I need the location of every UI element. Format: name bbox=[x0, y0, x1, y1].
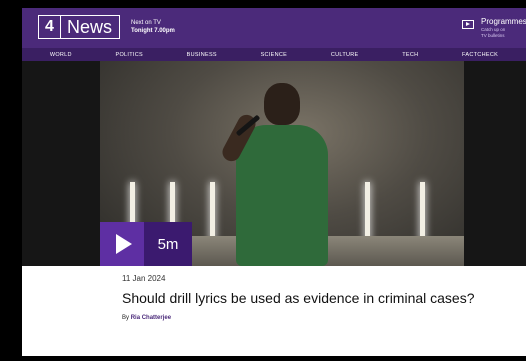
section-nav: WORLD POLITICS BUSINESS SCIENCE CULTURE … bbox=[22, 48, 526, 61]
byline-prefix: By bbox=[122, 315, 130, 321]
programmes-sub-line-2: TV bulletins bbox=[481, 32, 505, 38]
next-on-label: Next on TV bbox=[131, 20, 161, 26]
site-header: 4 News Next on TV Tonight 7.00pm Program… bbox=[22, 8, 526, 48]
performer-figure bbox=[219, 83, 336, 266]
play-button[interactable] bbox=[100, 222, 144, 266]
stage-light bbox=[420, 182, 425, 242]
nav-item-politics[interactable]: POLITICS bbox=[116, 52, 143, 58]
nav-item-culture[interactable]: CULTURE bbox=[331, 52, 359, 58]
nav-item-tech[interactable]: TECH bbox=[402, 52, 418, 58]
article-headline[interactable]: Should drill lyrics be used as evidence … bbox=[122, 289, 502, 307]
channel4-news-logo[interactable]: 4 News bbox=[38, 15, 120, 39]
article-date: 11 Jan 2024 bbox=[122, 274, 166, 283]
stage-light bbox=[210, 182, 215, 242]
page-frame: 4 News Next on TV Tonight 7.00pm Program… bbox=[22, 8, 526, 356]
logo-number: 4 bbox=[39, 16, 61, 38]
programmes-sub-line-1: Catch up on bbox=[481, 27, 506, 32]
performer-body bbox=[236, 125, 328, 266]
logo-text: News bbox=[67, 17, 113, 37]
article-summary: 11 Jan 2024 Should drill lyrics be used … bbox=[122, 274, 502, 321]
stage-light bbox=[365, 182, 370, 242]
video-play-control[interactable]: 5m bbox=[100, 222, 192, 266]
next-on-tv[interactable]: Next on TV Tonight 7.00pm bbox=[131, 19, 175, 35]
programmes-link[interactable]: Programmes Catch up on TV bulletins bbox=[462, 17, 526, 41]
programmes-title: Programmes bbox=[481, 17, 526, 26]
video-duration: 5m bbox=[144, 222, 192, 266]
play-icon bbox=[116, 234, 132, 254]
tv-play-icon bbox=[462, 20, 474, 29]
programmes-subtitle: Catch up on TV bulletins bbox=[481, 27, 505, 38]
article-byline: By Ria Chatterjee bbox=[122, 315, 502, 321]
nav-item-business[interactable]: BUSINESS bbox=[187, 52, 217, 58]
video-hero[interactable]: 5m bbox=[22, 61, 526, 266]
nav-item-science[interactable]: SCIENCE bbox=[261, 52, 288, 58]
performer-head bbox=[264, 83, 300, 125]
next-on-time: Tonight 7.00pm bbox=[131, 28, 175, 34]
nav-item-world[interactable]: WORLD bbox=[50, 52, 72, 58]
author-link[interactable]: Ria Chatterjee bbox=[131, 315, 171, 321]
nav-item-factcheck[interactable]: FACTCHECK bbox=[462, 52, 498, 58]
